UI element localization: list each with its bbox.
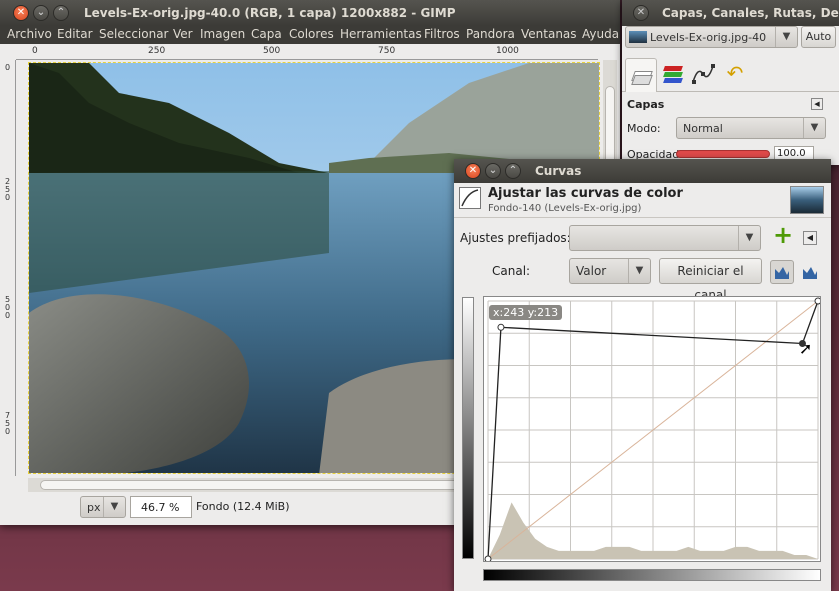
image-select-value: Levels-Ex-orig.jpg-40	[650, 31, 767, 44]
configure-tab-button[interactable]: ◀	[811, 98, 823, 110]
zoom-field[interactable]: 46.7 %	[130, 496, 192, 518]
menu-seleccionar[interactable]: Seleccionar	[99, 27, 168, 41]
close-button[interactable]: ✕	[13, 5, 29, 21]
presets-select[interactable]: ▼	[569, 225, 761, 251]
maximize-button[interactable]: ⌃	[505, 163, 521, 179]
cursor-readout: x:243 y:213	[489, 305, 563, 320]
status-text: Fondo (12.4 MiB)	[196, 500, 290, 513]
opacity-slider[interactable]	[676, 150, 770, 158]
ruler-label: 5 0 0	[5, 295, 11, 320]
mode-select[interactable]: Normal ▼	[676, 117, 826, 139]
ruler-label: 0	[32, 46, 38, 56]
menu-imagen[interactable]: Imagen	[200, 27, 245, 41]
separator	[454, 217, 831, 218]
chevron-down-icon: ▼	[738, 226, 760, 250]
ruler-label: 750	[378, 46, 396, 56]
dialog-subheading: Fondo-140 (Levels-Ex-orig.jpg)	[488, 203, 642, 214]
menu-ayuda[interactable]: Ayuda	[582, 27, 619, 41]
vertical-ruler[interactable]: 0 2 5 0 5 0 0 7 5 0	[2, 60, 16, 476]
minimize-button[interactable]: ⌄	[485, 163, 501, 179]
ruler-label: 0	[5, 63, 11, 72]
ruler-label: 500	[263, 46, 281, 56]
chevron-down-icon: ▼	[628, 259, 650, 283]
curve-plot[interactable]	[484, 297, 821, 562]
menu-ventanas[interactable]: Ventanas	[521, 27, 577, 41]
layers-icon[interactable]	[625, 58, 657, 92]
menu-bar: Archivo Editar Seleccionar Ver Imagen Ca…	[0, 26, 620, 44]
auto-button[interactable]: Auto	[801, 26, 836, 48]
output-gradient-bar	[462, 297, 474, 559]
curve-control-point[interactable]	[814, 297, 821, 305]
curve-control-point[interactable]	[497, 323, 505, 331]
curves-dialog: ✕ ⌄ ⌃ Curvas Ajustar las curvas de color…	[454, 159, 831, 591]
dock-tabs: ↶	[622, 52, 839, 92]
image-thumb-icon	[629, 31, 647, 43]
ruler-label: 250	[148, 46, 166, 56]
chevron-down-icon: ▼	[103, 497, 125, 517]
maximize-button[interactable]: ⌃	[53, 5, 69, 21]
channels-icon[interactable]	[660, 62, 686, 86]
mouse-pointer-icon: ➚	[799, 339, 813, 358]
menu-ver[interactable]: Ver	[173, 27, 193, 41]
menu-capa[interactable]: Capa	[251, 27, 282, 41]
dock-title: Capas, Canales, Rutas, De	[662, 6, 839, 20]
input-gradient-bar	[483, 569, 821, 581]
ruler-label: 2 5 0	[5, 177, 11, 202]
channel-label: Canal:	[492, 264, 531, 278]
menu-pandora[interactable]: Pandora	[466, 27, 515, 41]
log-histogram-icon[interactable]	[800, 262, 820, 282]
close-button[interactable]: ✕	[633, 5, 649, 21]
chevron-down-icon: ▼	[775, 27, 797, 47]
menu-filtros[interactable]: Filtros	[424, 27, 460, 41]
curve-graph[interactable]: x:243 y:213 ➚	[483, 296, 821, 562]
menu-archivo[interactable]: Archivo	[7, 27, 52, 41]
mode-label: Modo:	[627, 122, 661, 135]
chevron-down-icon: ▼	[803, 118, 825, 138]
curve-control-point[interactable]	[484, 555, 492, 562]
channel-value: Valor	[576, 264, 607, 278]
image-window-titlebar[interactable]: ✕ ⌄ ⌃ Levels-Ex-orig.jpg-40.0 (RGB, 1 ca…	[0, 0, 620, 26]
channel-select[interactable]: Valor ▼	[569, 258, 651, 284]
undo-icon[interactable]: ↶	[722, 62, 748, 86]
image-select[interactable]: Levels-Ex-orig.jpg-40 ▼	[625, 26, 798, 48]
mode-value: Normal	[683, 122, 723, 135]
menu-colores[interactable]: Colores	[289, 27, 334, 41]
curves-titlebar[interactable]: ✕ ⌄ ⌃ Curvas	[454, 159, 831, 183]
unit-value: px	[87, 501, 101, 514]
add-preset-button[interactable]: +	[772, 223, 794, 247]
dialog-title: Curvas	[535, 164, 582, 178]
linear-histogram-icon[interactable]	[770, 260, 794, 284]
presets-label: Ajustes prefijados:	[460, 231, 571, 245]
menu-herramientas[interactable]: Herramientas	[340, 27, 422, 41]
unit-select[interactable]: px ▼	[80, 496, 126, 518]
close-button[interactable]: ✕	[465, 163, 481, 179]
minimize-button[interactable]: ⌄	[33, 5, 49, 21]
image-preview-thumbnail	[790, 186, 824, 214]
horizontal-ruler[interactable]: 0 250 500 750 1000	[16, 46, 598, 60]
curves-tool-icon	[459, 187, 481, 209]
menu-editar[interactable]: Editar	[57, 27, 93, 41]
dialog-heading: Ajustar las curvas de color	[488, 186, 683, 201]
reset-channel-button[interactable]: Reiniciar el canal	[659, 258, 762, 302]
ruler-label: 7 5 0	[5, 411, 11, 436]
paths-icon[interactable]	[690, 62, 716, 86]
preset-menu-button[interactable]: ◀	[803, 231, 817, 245]
layers-dock-window: ✕ Capas, Canales, Rutas, De Levels-Ex-or…	[622, 0, 839, 165]
layers-section-title: Capas	[627, 98, 665, 111]
layers-dock-titlebar[interactable]: ✕ Capas, Canales, Rutas, De	[622, 0, 839, 26]
zoom-value: 46.7 %	[141, 501, 180, 514]
ruler-label: 1000	[496, 46, 519, 56]
window-title: Levels-Ex-orig.jpg-40.0 (RGB, 1 capa) 12…	[84, 6, 456, 20]
